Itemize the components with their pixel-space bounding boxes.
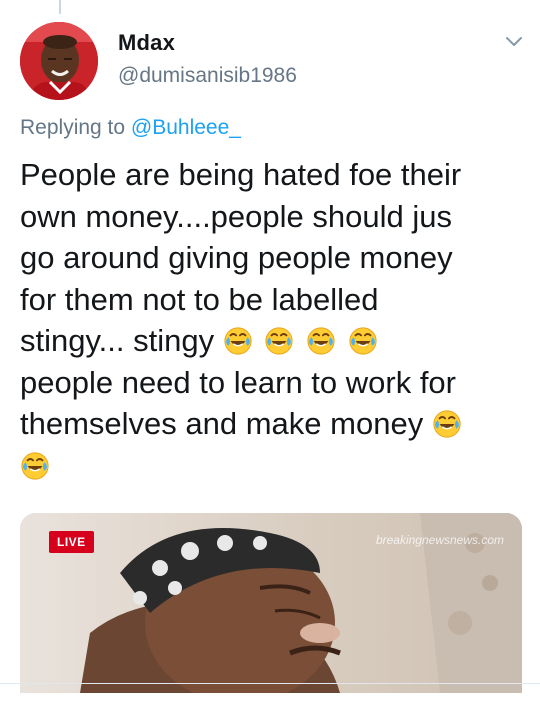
- replying-to-mention-link[interactable]: @Buhleee_: [131, 116, 241, 139]
- replying-to-label: Replying to: [20, 116, 131, 139]
- tweet-text-line-with-emoji: themselves and make money: [20, 403, 525, 445]
- media-image-card[interactable]: LIVE breakingnewsnews.com: [20, 513, 522, 693]
- tweet-text-line: own money....people should jus: [20, 198, 452, 234]
- author-name[interactable]: Mdax: [118, 30, 175, 56]
- tweet-text-segment: stingy... stingy: [20, 323, 215, 358]
- face-with-tears-of-joy-icon: [264, 323, 306, 358]
- tweet-text-line: people need to learn to work for: [20, 364, 456, 400]
- tweet-text-line-with-emojis: stingy... stingy: [20, 320, 525, 362]
- tweet-text-line: People are being hated foe their: [20, 157, 462, 192]
- tweet-emoji-line: [20, 445, 525, 487]
- avatar-image: [20, 22, 98, 100]
- face-with-tears-of-joy-icon: [306, 323, 348, 358]
- media-watermark: breakingnewsnews.com: [375, 533, 504, 547]
- face-with-tears-of-joy-icon: [348, 323, 381, 358]
- author-handle[interactable]: @dumisanisib1986: [118, 64, 297, 88]
- live-badge: LIVE: [49, 531, 94, 553]
- face-with-tears-of-joy-icon: [20, 448, 53, 483]
- chevron-down-icon[interactable]: [502, 32, 526, 52]
- thread-connector-line: [59, 0, 61, 14]
- face-with-tears-of-joy-icon: [432, 406, 465, 441]
- tweet-text-segment: themselves and make money: [20, 406, 424, 441]
- tweet-text-line: go around giving people money: [20, 240, 453, 275]
- tweet-text: People are being hated foe their own mon…: [20, 154, 525, 486]
- divider: [0, 683, 540, 684]
- tweet-text-line: for them not to be labelled: [20, 281, 379, 317]
- avatar[interactable]: [20, 22, 98, 100]
- face-with-tears-of-joy-icon: [223, 323, 265, 358]
- replying-to-line: Replying to @Buhleee_: [20, 116, 241, 140]
